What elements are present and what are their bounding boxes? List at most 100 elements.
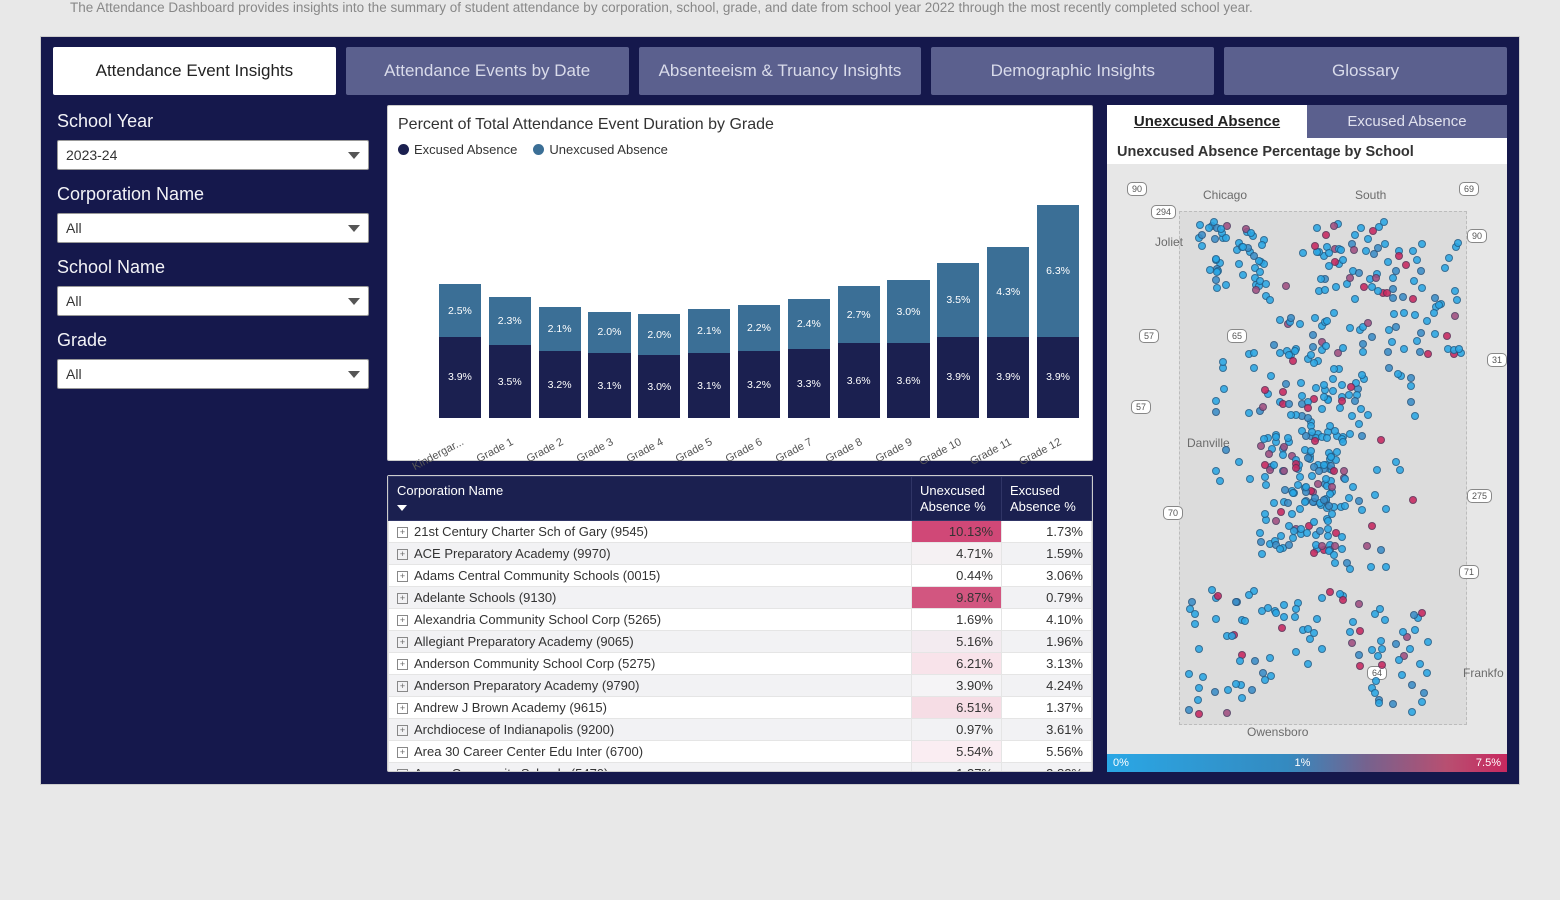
expand-icon[interactable]: + — [397, 659, 408, 670]
map-school-dot[interactable] — [1312, 384, 1320, 392]
bar-group[interactable]: 3.9%6.3%Grade 12 — [1034, 163, 1082, 418]
map-school-dot[interactable] — [1267, 372, 1275, 380]
table-row[interactable]: +21st Century Charter Sch of Gary (9545)… — [389, 521, 1092, 543]
map-school-dot[interactable] — [1355, 600, 1363, 608]
map-school-dot[interactable] — [1211, 688, 1219, 696]
map-school-dot[interactable] — [1378, 645, 1386, 653]
map-school-dot[interactable] — [1195, 710, 1203, 718]
map-school-dot[interactable] — [1392, 267, 1400, 275]
map-school-dot[interactable] — [1398, 671, 1406, 679]
map-school-dot[interactable] — [1196, 221, 1204, 229]
bar-group[interactable]: 3.2%2.2%Grade 6 — [735, 163, 783, 418]
map-school-dot[interactable] — [1248, 686, 1256, 694]
map-school-dot[interactable] — [1250, 252, 1258, 260]
map-school-dot[interactable] — [1213, 284, 1221, 292]
map-school-dot[interactable] — [1284, 499, 1292, 507]
select-school-name[interactable]: All — [57, 286, 369, 316]
table-row[interactable]: +Adams Central Community Schools (0015)0… — [389, 565, 1092, 587]
tab-0[interactable]: Attendance Event Insights — [53, 47, 336, 95]
bar-group[interactable]: 3.5%2.3%Grade 1 — [486, 163, 534, 418]
expand-icon[interactable]: + — [397, 681, 408, 692]
map-school-dot[interactable] — [1394, 370, 1402, 378]
map-school-dot[interactable] — [1309, 331, 1317, 339]
map-school-dot[interactable] — [1375, 699, 1383, 707]
table-row[interactable]: +Anderson Community School Corp (5275)6.… — [389, 653, 1092, 675]
col-header-excused[interactable]: Excused Absence % — [1002, 477, 1092, 521]
map-school-dot[interactable] — [1381, 616, 1389, 624]
map-school-dot[interactable] — [1262, 280, 1270, 288]
map-school-dot[interactable] — [1413, 256, 1421, 264]
map-school-dot[interactable] — [1282, 282, 1290, 290]
map-school-dot[interactable] — [1195, 684, 1203, 692]
map-school-dot[interactable] — [1373, 466, 1381, 474]
bar-group[interactable]: 3.1%2.0%Grade 3 — [586, 163, 634, 418]
map-school-dot[interactable] — [1339, 256, 1347, 264]
map-school-dot[interactable] — [1330, 365, 1338, 373]
map-school-dot[interactable] — [1367, 563, 1375, 571]
map-school-dot[interactable] — [1385, 326, 1393, 334]
map-school-dot[interactable] — [1304, 454, 1312, 462]
map-school-dot[interactable] — [1407, 382, 1415, 390]
map-school-dot[interactable] — [1378, 661, 1386, 669]
map-school-dot[interactable] — [1451, 312, 1459, 320]
map-school-dot[interactable] — [1257, 538, 1265, 546]
col-header-unexcused[interactable]: Unexcused Absence % — [912, 477, 1002, 521]
table-row[interactable]: +Alexandria Community School Corp (5265)… — [389, 609, 1092, 631]
bar-group[interactable]: 3.6%3.0%Grade 9 — [885, 163, 933, 418]
select-school-year[interactable]: 2023-24 — [57, 140, 369, 170]
map-school-dot[interactable] — [1194, 696, 1202, 704]
map-school-dot[interactable] — [1364, 319, 1372, 327]
map-school-dot[interactable] — [1399, 628, 1407, 636]
table-row[interactable]: +Allegiant Preparatory Academy (9065)5.1… — [389, 631, 1092, 653]
map-school-dot[interactable] — [1280, 443, 1288, 451]
expand-icon[interactable]: + — [397, 747, 408, 758]
map-school-dot[interactable] — [1409, 295, 1417, 303]
map-school-dot[interactable] — [1408, 708, 1416, 716]
expand-icon[interactable]: + — [397, 615, 408, 626]
map-school-dot[interactable] — [1216, 477, 1224, 485]
map-tab-unexcused[interactable]: Unexcused Absence — [1107, 105, 1307, 138]
select-grade[interactable]: All — [57, 359, 369, 389]
table-row[interactable]: +Andrew J Brown Academy (9615)6.51%1.37% — [389, 697, 1092, 719]
map-school-dot[interactable] — [1322, 475, 1330, 483]
map-school-dot[interactable] — [1377, 436, 1385, 444]
map-school-dot[interactable] — [1205, 224, 1213, 232]
map-school-dot[interactable] — [1400, 309, 1408, 317]
map-canvas[interactable]: ChicagoSouthJolietDanvilleOwensboroFrank… — [1107, 164, 1507, 754]
col-header-name[interactable]: Corporation Name — [389, 477, 912, 521]
map-school-dot[interactable] — [1310, 549, 1318, 557]
map-school-dot[interactable] — [1402, 261, 1410, 269]
map-school-dot[interactable] — [1317, 275, 1325, 283]
map-school-dot[interactable] — [1381, 240, 1389, 248]
bar-group[interactable]: 3.2%2.1%Grade 2 — [536, 163, 584, 418]
table-scroll[interactable]: Corporation Name Unexcused Absence % Exc… — [388, 476, 1092, 771]
map-school-dot[interactable] — [1355, 420, 1363, 428]
map-school-dot[interactable] — [1272, 609, 1280, 617]
table-row[interactable]: +Anderson Preparatory Academy (9790)3.90… — [389, 675, 1092, 697]
table-row[interactable]: +Adelante Schools (9130)9.87%0.79% — [389, 587, 1092, 609]
map-school-dot[interactable] — [1270, 341, 1278, 349]
map-school-dot[interactable] — [1338, 381, 1346, 389]
map-school-dot[interactable] — [1219, 358, 1227, 366]
map-school-dot[interactable] — [1265, 450, 1273, 458]
map-school-dot[interactable] — [1431, 294, 1439, 302]
map-school-dot[interactable] — [1423, 317, 1431, 325]
map-school-dot[interactable] — [1356, 627, 1364, 635]
map-school-dot[interactable] — [1411, 626, 1419, 634]
bar-group[interactable]: 3.0%2.0%Grade 4 — [635, 163, 683, 418]
map-school-dot[interactable] — [1327, 453, 1335, 461]
map-school-dot[interactable] — [1238, 694, 1246, 702]
map-school-dot[interactable] — [1222, 234, 1230, 242]
map-school-dot[interactable] — [1323, 317, 1331, 325]
map-school-dot[interactable] — [1337, 246, 1345, 254]
map-school-dot[interactable] — [1270, 499, 1278, 507]
map-school-dot[interactable] — [1418, 284, 1426, 292]
map-school-dot[interactable] — [1406, 645, 1414, 653]
map-school-dot[interactable] — [1212, 467, 1220, 475]
map-school-dot[interactable] — [1313, 224, 1321, 232]
map-school-dot[interactable] — [1396, 466, 1404, 474]
map-school-dot[interactable] — [1347, 383, 1355, 391]
map-school-dot[interactable] — [1453, 296, 1461, 304]
table-row[interactable]: +Area 30 Career Center Edu Inter (6700)5… — [389, 741, 1092, 763]
map-school-dot[interactable] — [1330, 467, 1338, 475]
